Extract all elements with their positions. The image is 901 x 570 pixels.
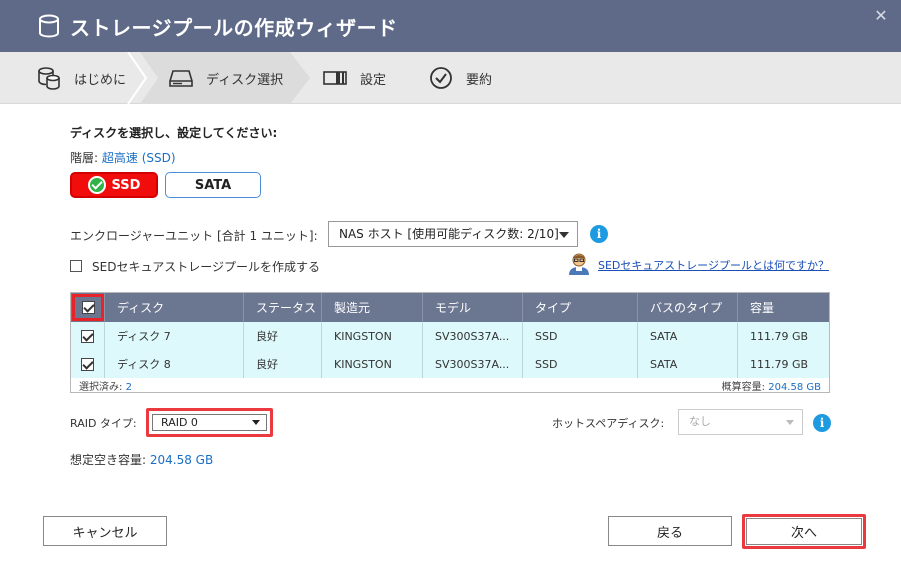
back-button[interactable]: 戻る — [608, 516, 732, 546]
info-icon[interactable]: i — [590, 225, 608, 243]
column-header-disk[interactable]: ディスク — [105, 293, 244, 322]
raid-type-value: RAID 0 — [161, 416, 198, 429]
total-value: 204.58 GB — [768, 382, 821, 393]
check-circle-icon — [430, 67, 452, 89]
row-checkbox[interactable] — [81, 329, 94, 343]
total-label: 概算容量: — [721, 382, 766, 393]
column-header-vendor[interactable]: 製造元 — [322, 293, 423, 322]
tab-sata-label: SATA — [194, 177, 232, 193]
tab-sata[interactable]: SATA — [165, 172, 261, 198]
cell-model: SV300S37A... — [423, 322, 523, 350]
cell-disk: ディスク 8 — [105, 350, 244, 378]
check-icon — [87, 176, 106, 194]
tab-ssd-label: SSD — [111, 177, 141, 193]
hot-spare-value: なし — [689, 415, 711, 428]
cell-model: SV300S37A... — [423, 350, 523, 378]
raid-type-highlight: RAID 0 — [146, 408, 273, 437]
database-icon — [38, 67, 60, 90]
header-checkbox-cell — [71, 293, 105, 322]
step-disk-select: ディスク選択 — [168, 52, 283, 104]
raid-type-select[interactable]: RAID 0 — [152, 414, 267, 431]
column-header-bus-type[interactable]: バスのタイプ — [638, 293, 738, 322]
row-checkbox[interactable] — [81, 357, 94, 371]
sed-label: SEDセキュアストレージプールを作成する — [92, 260, 320, 274]
step-summary-label: 要約 — [466, 72, 493, 88]
estimated-capacity-label: 想定空き容量: — [70, 453, 147, 467]
cell-type: SSD — [523, 322, 638, 350]
selected-summary: 選択済み: 2 — [79, 378, 132, 393]
close-icon[interactable]: ✕ — [871, 6, 891, 26]
row-checkbox-cell — [71, 322, 105, 350]
sed-help-link[interactable]: SEDセキュアストレージプールとは何ですか？ — [598, 257, 829, 273]
info-icon[interactable]: i — [813, 414, 831, 432]
step-disk-select-label: ディスク選択 — [206, 72, 284, 88]
enclosure-select[interactable]: NAS ホスト [使用可能ディスク数: 2/10] — [328, 221, 578, 247]
sed-checkbox[interactable] — [70, 260, 82, 272]
estimated-capacity: 想定空き容量: 204.58 GB — [70, 451, 213, 468]
table-row[interactable]: ディスク 7 良好 KINGSTON SV300S37A... SSD SATA… — [71, 322, 829, 350]
column-header-type[interactable]: タイプ — [523, 293, 638, 322]
cell-bus-type: SATA — [638, 322, 738, 350]
storage-pool-icon — [39, 14, 59, 38]
step-summary: 要約 — [428, 52, 492, 104]
raid-type-label: RAID タイプ: — [70, 417, 137, 430]
step-intro-label: はじめに — [74, 72, 127, 88]
hot-spare-select: なし — [678, 409, 803, 435]
step-settings: 設定 — [322, 52, 386, 104]
step-settings-label: 設定 — [360, 72, 387, 88]
column-header-status[interactable]: ステータス — [244, 293, 322, 322]
title-bar: ストレージプールの作成ウィザード ✕ — [0, 0, 901, 52]
enclosure-label: エンクロージャーユニット [合計 1 ユニット]: — [70, 229, 318, 243]
cell-vendor: KINGSTON — [322, 350, 423, 378]
select-all-checkbox[interactable] — [81, 301, 95, 314]
chevron-down-icon — [252, 420, 260, 425]
table-footer: 選択済み: 2 概算容量: 204.58 GB — [71, 378, 829, 393]
cell-type: SSD — [523, 350, 638, 378]
disk-drive-icon — [169, 70, 193, 87]
hot-spare-label: ホットスペアディスク: — [552, 417, 665, 430]
selected-label: 選択済み: — [79, 382, 123, 393]
chevron-down-icon — [786, 420, 794, 425]
next-button-highlight: 次へ — [742, 514, 866, 549]
disk-table: ディスク ステータス 製造元 モデル タイプ バスのタイプ 容量 ディスク 7 … — [70, 292, 830, 393]
total-capacity: 概算容量: 204.58 GB — [722, 378, 821, 393]
cell-disk: ディスク 7 — [105, 322, 244, 350]
selected-count: 2 — [125, 382, 132, 393]
header-checkbox-highlight — [72, 294, 104, 321]
column-header-capacity[interactable]: 容量 — [738, 293, 829, 322]
window-title: ストレージプールの作成ウィザード — [70, 16, 398, 40]
tier-info: 階層: 超高速 (SSD) — [70, 149, 176, 166]
step-separator — [127, 52, 148, 104]
table-header: ディスク ステータス 製造元 モデル タイプ バスのタイプ 容量 — [71, 293, 829, 322]
tier-value: 超高速 (SSD) — [101, 151, 176, 165]
section-heading: ディスクを選択し、設定してください: — [70, 126, 278, 140]
wizard-steps: はじめに ディスク選択 設定 要約 — [0, 52, 901, 104]
helper-avatar-icon — [569, 253, 589, 275]
estimated-capacity-value: 204.58 GB — [149, 453, 214, 467]
settings-panel-icon — [323, 71, 347, 85]
next-button[interactable]: 次へ — [746, 518, 862, 545]
tier-label: 階層: — [70, 151, 99, 165]
column-header-model[interactable]: モデル — [423, 293, 523, 322]
cancel-button[interactable]: キャンセル — [43, 516, 167, 546]
row-checkbox-cell — [71, 350, 105, 378]
table-row[interactable]: ディスク 8 良好 KINGSTON SV300S37A... SSD SATA… — [71, 350, 829, 378]
step-intro: はじめに — [36, 52, 126, 104]
cell-status: 良好 — [244, 350, 322, 378]
cell-bus-type: SATA — [638, 350, 738, 378]
tab-ssd[interactable]: SSD — [70, 172, 158, 198]
cell-status: 良好 — [244, 322, 322, 350]
chevron-down-icon — [559, 232, 569, 238]
cell-capacity: 111.79 GB — [750, 357, 809, 371]
cell-vendor: KINGSTON — [322, 322, 423, 350]
cell-capacity: 111.79 GB — [750, 329, 809, 343]
enclosure-value: NAS ホスト [使用可能ディスク数: 2/10] — [339, 227, 559, 241]
